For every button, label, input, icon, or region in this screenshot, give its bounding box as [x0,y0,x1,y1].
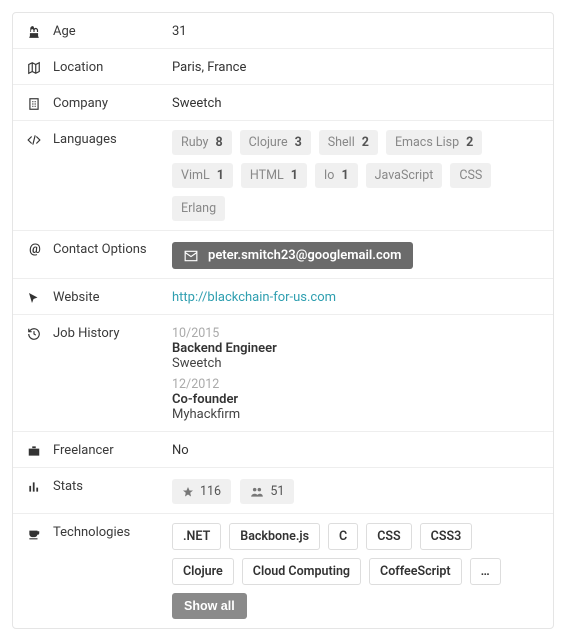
row-age: Age 31 [13,13,553,49]
technology-tag[interactable]: CSS3 [420,523,473,550]
field-label-freelancer: Freelancer [53,443,114,458]
job-company: Sweetch [172,356,539,371]
show-all-button[interactable]: Show all [172,593,247,619]
language-name: Shell [328,135,355,150]
job-item: 12/2012Co-founderMyhackfirm [172,377,539,422]
field-label-job-history: Job History [53,326,119,341]
job-title: Backend Engineer [172,341,539,356]
value-freelancer: No [172,441,539,458]
briefcase-icon [27,444,43,458]
language-name: HTML [250,168,284,183]
value-location: Paris, France [172,58,539,75]
cursor-icon [27,291,43,305]
row-contact: @ Contact Options peter.smitch23@googlem… [13,231,553,279]
language-tag[interactable]: Shell 2 [319,130,378,155]
language-count: 3 [295,135,302,150]
language-name: Ruby [181,135,208,150]
technologies-ellipsis: … [470,558,501,585]
language-count: 1 [217,168,224,183]
technology-tag[interactable]: CSS [366,523,411,550]
language-count: 1 [341,168,348,183]
profile-panel: Age 31 Location Paris, France Company Sw… [12,12,554,629]
value-age: 31 [172,22,539,39]
language-count: 2 [466,135,473,150]
technology-tag[interactable]: .NET [172,523,221,550]
job-date: 12/2012 [172,377,539,392]
mail-icon [184,250,198,262]
language-tag[interactable]: Clojure 3 [240,130,311,155]
language-tag[interactable]: JavaScript [366,163,443,188]
star-icon [182,486,194,498]
language-tag[interactable]: VimL 1 [172,163,233,188]
field-label-company: Company [53,96,108,111]
field-label-contact: Contact Options [53,242,147,257]
language-name: Emacs Lisp [395,135,459,150]
language-name: Erlang [181,201,216,216]
language-count: 8 [215,135,222,150]
language-name: Clojure [249,135,288,150]
job-company: Myhackfirm [172,407,539,422]
language-tag[interactable]: HTML 1 [241,163,307,188]
language-tag[interactable]: Emacs Lisp 2 [386,130,482,155]
technology-tag[interactable]: Cloud Computing [242,558,361,585]
cake-icon [27,25,43,39]
technology-tag[interactable]: Clojure [172,558,234,585]
cup-icon [27,526,43,540]
language-tag[interactable]: Erlang [172,196,225,221]
language-count: 1 [291,168,298,183]
language-tag[interactable]: Ruby 8 [172,130,232,155]
job-date: 10/2015 [172,326,539,341]
job-item: 10/2015Backend EngineerSweetch [172,326,539,371]
chart-icon [27,480,43,494]
technology-tag[interactable]: Backbone.js [229,523,320,550]
stat-stars-value: 116 [200,484,221,499]
technology-tag[interactable]: CoffeeScript [369,558,462,585]
row-company: Company Sweetch [13,85,553,121]
field-label-technologies: Technologies [53,525,130,540]
map-icon [27,61,43,75]
row-languages: Languages Ruby 8 Clojure 3 Shell 2 Emacs Lisp 2… [13,121,553,231]
job-title: Co-founder [172,392,539,407]
building-icon [27,97,43,111]
value-company: Sweetch [172,94,539,111]
field-label-location: Location [53,60,103,75]
field-label-age: Age [53,24,76,39]
row-freelancer: Freelancer No [13,432,553,468]
history-icon [27,327,43,341]
row-job-history: Job History 10/2015Backend EngineerSweet… [13,315,553,432]
language-count: 2 [362,135,369,150]
field-label-languages: Languages [53,132,117,147]
row-website: Website http://blackchain-for-us.com [13,279,553,315]
users-icon [250,486,264,498]
at-icon: @ [27,242,43,257]
email-pill[interactable]: peter.smitch23@googlemail.com [172,242,413,269]
language-name: CSS [459,168,482,183]
field-label-website: Website [53,290,100,305]
stat-stars: 116 [172,479,231,504]
technologies-list: .NET Backbone.js C CSS CSS3 Clojure Cloud Comp… [172,523,539,619]
field-label-stats: Stats [53,479,83,494]
code-icon [27,133,43,147]
row-technologies: Technologies .NET Backbone.js C CSS CSS3 Cloj… [13,514,553,628]
languages-list: Ruby 8 Clojure 3 Shell 2 Emacs Lisp 2 VimL 1 HTML 1… [172,130,539,221]
jobs-list: 10/2015Backend EngineerSweetch 12/2012Co-… [172,324,539,422]
language-tag[interactable]: CSS [450,163,491,188]
email-text: peter.smitch23@googlemail.com [208,248,401,263]
row-stats: Stats 116 51 [13,468,553,514]
language-name: VimL [181,168,210,183]
language-tag[interactable]: Io 1 [315,163,358,188]
stat-followers-value: 51 [270,484,284,499]
row-location: Location Paris, France [13,49,553,85]
stat-followers: 51 [240,479,294,504]
language-name: JavaScript [375,168,434,183]
website-link[interactable]: http://blackchain-for-us.com [172,290,336,305]
technology-tag[interactable]: C [328,523,358,550]
language-name: Io [324,168,335,183]
